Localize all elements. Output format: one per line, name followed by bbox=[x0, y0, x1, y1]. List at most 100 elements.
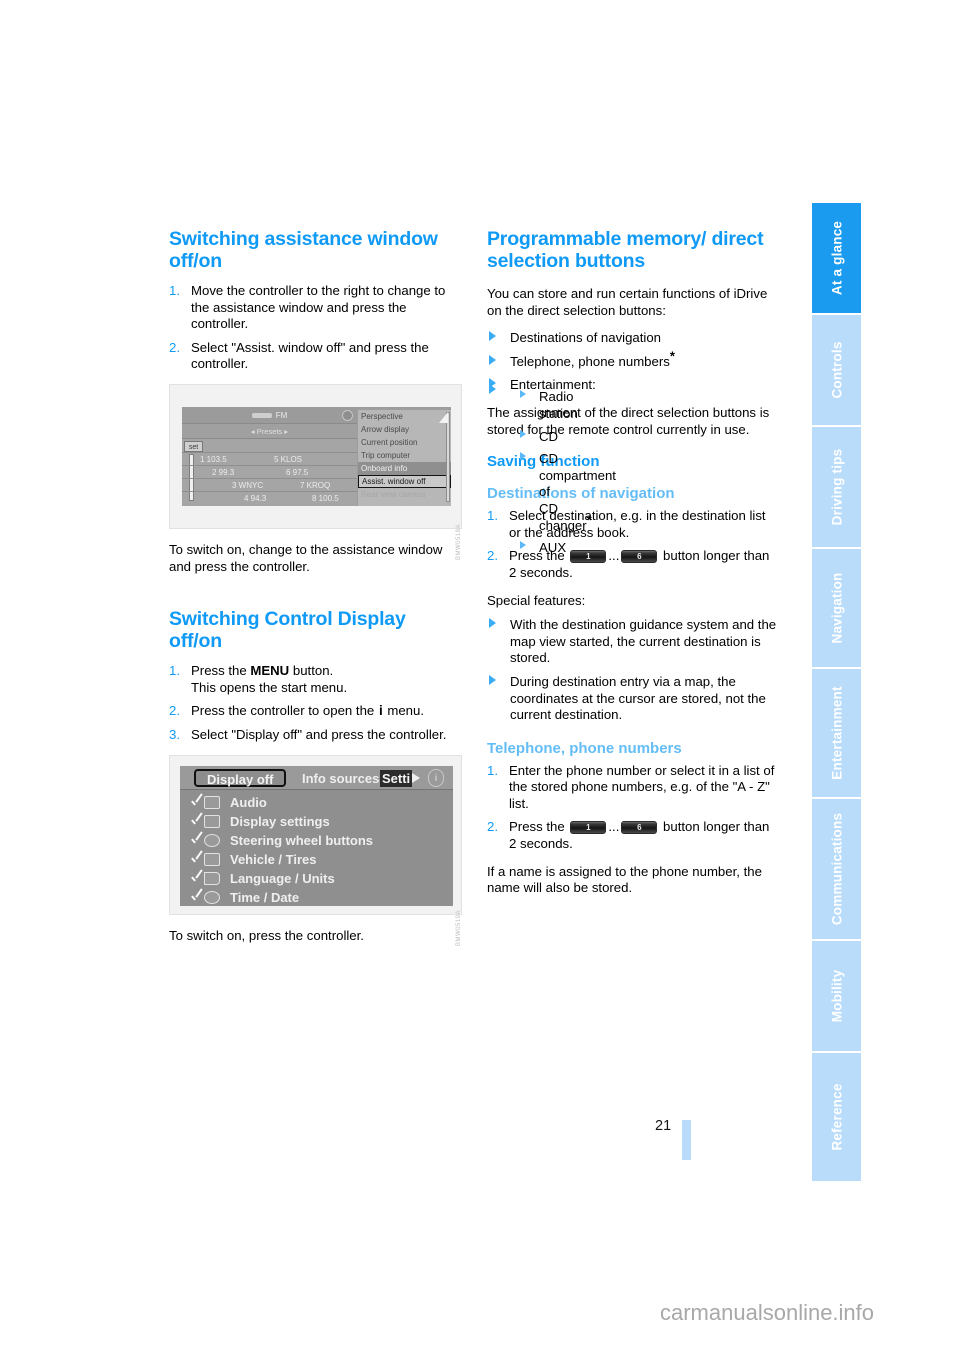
sidebar-tab-label: Communications bbox=[829, 812, 844, 926]
triangle-bullet-icon bbox=[489, 674, 496, 685]
sidebar-tab-communications[interactable]: Communications bbox=[812, 799, 861, 939]
sidebar-tab-mobility[interactable]: Mobility bbox=[812, 941, 861, 1051]
preset-cell[interactable]: 1 103.5 bbox=[200, 454, 227, 465]
telephone-note: If a name is assigned to the phone numbe… bbox=[487, 863, 762, 896]
menu-item-onboard-info[interactable]: Onboard info bbox=[358, 461, 451, 475]
display-icon bbox=[204, 814, 220, 828]
special-feature-text: During destination entry via a map, the … bbox=[510, 673, 766, 723]
preset-cell[interactable]: 4 94.3 bbox=[244, 493, 266, 504]
sidebar-tab-driving-tips[interactable]: Driving tips bbox=[812, 427, 861, 547]
direct-selection-button-1[interactable]: 1 bbox=[570, 550, 607, 564]
programmable-memory-intro: You can store and run certain functions … bbox=[487, 286, 768, 318]
radio-pane: FM ◂ Presets ▸ set 1 103.5 5 KLOS 2 99.3… bbox=[182, 406, 357, 506]
menu-item-perspective[interactable]: Perspective bbox=[358, 410, 451, 423]
steps-assistance-window: 1. Move the controller to the right to c… bbox=[169, 283, 462, 373]
sidebar-tab-reference[interactable]: Reference bbox=[812, 1053, 861, 1181]
menu-item-assist-window-off[interactable]: Assist. window off bbox=[358, 474, 451, 488]
flag-icon bbox=[204, 871, 220, 885]
assistance-window-menu: Perspective Arrow display Current positi… bbox=[358, 409, 451, 506]
info-icon[interactable]: i bbox=[428, 768, 444, 787]
step-text: Enter the phone number or select it in a… bbox=[509, 762, 775, 811]
settings-row-label: Audio bbox=[230, 794, 267, 810]
steering-wheel-icon bbox=[204, 833, 220, 847]
settings-row-label: Display settings bbox=[230, 813, 330, 829]
step-item: 2. Select "Assist. window off" and press… bbox=[169, 340, 462, 373]
step-number: 2. bbox=[487, 548, 498, 564]
settings-row-label: Vehicle / Tires bbox=[230, 851, 317, 867]
settings-row-label: Time / Date bbox=[230, 889, 300, 905]
special-feature-item: With the destination guidance system and… bbox=[487, 617, 780, 667]
sidebar-tab-controls[interactable]: Controls bbox=[812, 315, 861, 425]
menu-scrollbar[interactable] bbox=[446, 411, 450, 502]
menu-item-trip-computer[interactable]: Trip computer bbox=[358, 449, 451, 462]
preset-cell[interactable]: 8 100.5 bbox=[312, 493, 339, 504]
settings-row-display-settings[interactable]: Display settings bbox=[180, 813, 453, 831]
tab-display-off[interactable]: Display off bbox=[194, 768, 287, 787]
button-number: 1 bbox=[586, 823, 591, 833]
sidebar-tab-label: Driving tips bbox=[829, 448, 844, 526]
sidebar-tab-navigation[interactable]: Navigation bbox=[812, 549, 861, 667]
figure-assistance-window-screenshot: FM ◂ Presets ▸ set 1 103.5 5 KLOS 2 99.3… bbox=[169, 383, 462, 560]
direct-selection-button-6[interactable]: 6 bbox=[621, 821, 658, 835]
step-text: Select "Assist. window off" and press th… bbox=[191, 339, 429, 372]
section-tab-rail: At a glance Controls Driving tips Naviga… bbox=[812, 203, 861, 1181]
bullet-label: Destinations of navigation bbox=[510, 330, 662, 346]
sidebar-tab-at-a-glance[interactable]: At a glance bbox=[812, 203, 861, 313]
settings-row-audio[interactable]: Audio bbox=[180, 794, 453, 812]
step-text-b: button. bbox=[289, 663, 334, 679]
triangle-bullet-icon bbox=[489, 354, 496, 365]
settings-row-language-units[interactable]: Language / Units bbox=[180, 870, 453, 888]
sidebar-tab-label: At a glance bbox=[829, 220, 844, 296]
step-number: 2. bbox=[487, 819, 498, 835]
menu-item-rear-view-camera[interactable]: Rear view camera bbox=[358, 488, 451, 501]
preset-cell[interactable]: 5 KLOS bbox=[274, 454, 302, 465]
check-icon bbox=[190, 872, 203, 886]
steps-control-display: 1. Press the MENU button. This opens the… bbox=[169, 663, 462, 743]
sidebar-tab-entertainment[interactable]: Entertainment bbox=[812, 669, 861, 797]
section-heading-programmable-memory: Programmable memory/ direct selection bu… bbox=[487, 228, 764, 272]
direct-selection-button-6[interactable]: 6 bbox=[621, 550, 658, 564]
step-text: Select destination, e.g. in the destinat… bbox=[509, 508, 766, 540]
presets-label: Presets bbox=[256, 426, 283, 436]
cursor-arrow-icon bbox=[439, 411, 448, 423]
tab-settings[interactable]: Setti bbox=[380, 769, 413, 787]
settings-row-vehicle-tires[interactable]: Vehicle / Tires bbox=[180, 851, 453, 869]
settings-row-steering-wheel-buttons[interactable]: Steering wheel buttons bbox=[180, 832, 453, 850]
check-icon bbox=[190, 853, 203, 867]
preset-cell[interactable]: 3 WNYC bbox=[232, 480, 263, 491]
bullet-cd: CD bbox=[518, 429, 558, 446]
sidebar-tab-label: Mobility bbox=[829, 969, 844, 1023]
step-number: 1. bbox=[169, 663, 180, 679]
clock-icon bbox=[204, 890, 220, 904]
preset-cell[interactable]: 7 KROQ bbox=[300, 480, 330, 491]
bullet-telephone-phone-numbers: Telephone, phone numbers* bbox=[487, 349, 780, 371]
bullet-label: Radio station bbox=[539, 389, 578, 421]
figure-caption: BMW0519A bbox=[456, 909, 462, 946]
menu-item-current-position[interactable]: Current position bbox=[358, 436, 451, 449]
direct-selection-bullet-list: Destinations of navigation Telephone, ph… bbox=[487, 330, 780, 555]
tab-info-sources[interactable]: Info sources bbox=[302, 770, 379, 787]
sidebar-tab-label: Navigation bbox=[829, 572, 844, 644]
triangle-bullet-icon bbox=[520, 452, 526, 461]
control-display-after-text: To switch on, press the controller. bbox=[169, 927, 364, 943]
step-number: 1. bbox=[169, 283, 180, 298]
menu-item-arrow-display[interactable]: Arrow display bbox=[358, 423, 451, 436]
step-item: 1. Enter the phone number or select it i… bbox=[487, 763, 780, 813]
direct-selection-button-1[interactable]: 1 bbox=[570, 821, 607, 835]
preset-cell[interactable]: 6 97.5 bbox=[286, 467, 308, 478]
band-label: FM bbox=[275, 410, 288, 420]
settings-row-time-date[interactable]: Time / Date bbox=[180, 889, 453, 906]
chevron-right-icon[interactable] bbox=[412, 772, 420, 783]
assistance-window-after-text: To switch on, change to the assistance w… bbox=[169, 541, 443, 574]
button-number: 6 bbox=[637, 823, 642, 833]
preset-cell[interactable]: 2 99.3 bbox=[212, 467, 234, 478]
menu-button-label: MENU bbox=[250, 663, 290, 679]
step-item: 1. Select destination, e.g. in the desti… bbox=[487, 508, 780, 541]
set-button[interactable]: set bbox=[184, 440, 203, 452]
settings-row-label: Language / Units bbox=[230, 870, 335, 886]
step-text: Select "Display off" and press the contr… bbox=[191, 726, 447, 742]
button-number: 1 bbox=[586, 552, 591, 562]
manual-page: At a glance Controls Driving tips Naviga… bbox=[0, 0, 960, 1358]
bullet-radio-station: Radio station bbox=[518, 389, 578, 422]
step-text-a: Press the bbox=[191, 663, 251, 679]
